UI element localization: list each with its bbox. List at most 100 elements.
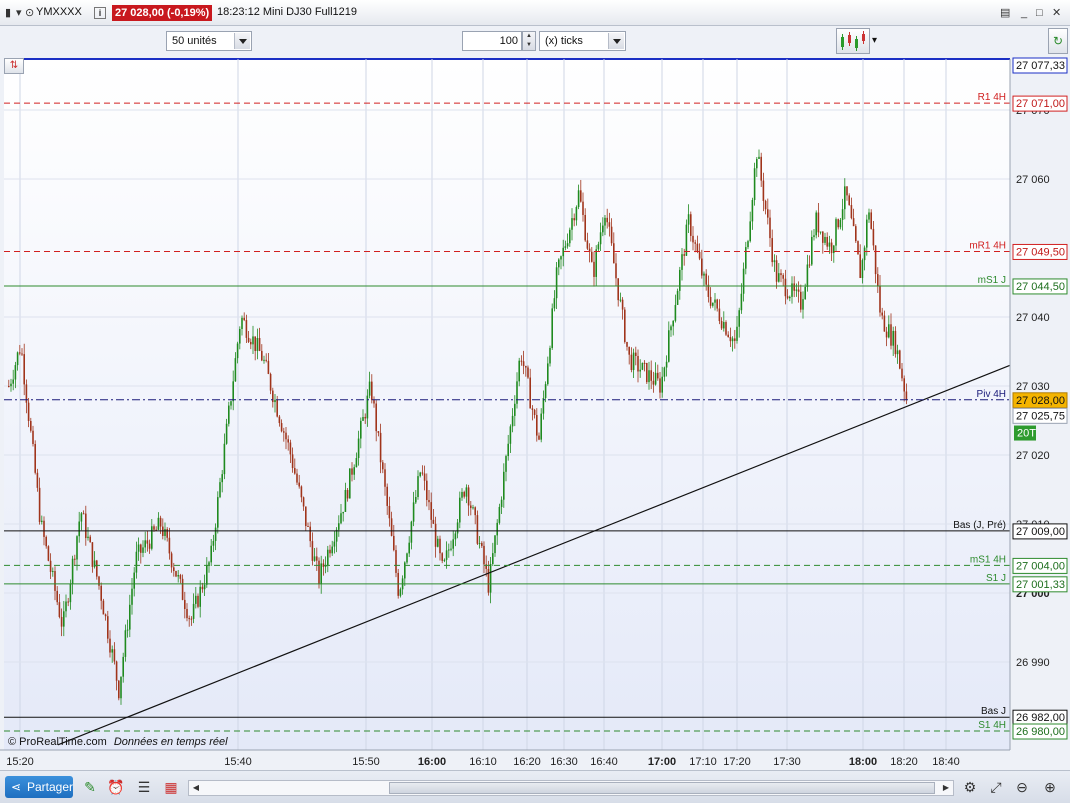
candle-body [874, 245, 877, 275]
candle-body [481, 543, 483, 546]
candle-body [437, 538, 439, 547]
candle-body [131, 588, 133, 605]
refresh-icon[interactable]: ↻ [1048, 28, 1068, 54]
candle-body [443, 559, 446, 561]
candle-body [54, 571, 56, 591]
candle-body [628, 346, 630, 355]
minimize-icon[interactable]: _ [1021, 5, 1027, 21]
candle-body [705, 273, 707, 285]
candle-body [181, 578, 184, 600]
candle-body [784, 278, 787, 297]
order-icon[interactable]: ▦ [161, 777, 181, 797]
candle-body [624, 309, 626, 342]
candle-body [421, 472, 424, 474]
title-bar: ▮ ▾ ⊙ YMXXXX i 27 028,00 (-0,19%) 18:23:… [0, 0, 1070, 26]
candle-body [104, 614, 107, 617]
candle-body [373, 400, 375, 404]
candle-body [630, 354, 633, 371]
candle-body [483, 545, 485, 565]
share-button[interactable]: ⋖ Partager [5, 776, 73, 798]
close-icon[interactable]: ✕ [1052, 5, 1061, 21]
candle-body [472, 507, 474, 509]
link-icon[interactable]: ⊙ [25, 5, 34, 21]
candle-body [333, 541, 336, 547]
time-tick-label: 17:10 [689, 756, 717, 768]
candle-body [318, 560, 320, 585]
chevron-down-icon[interactable] [608, 33, 624, 49]
candle-body [263, 359, 265, 361]
candle-body [27, 402, 30, 422]
candle-body [109, 638, 111, 653]
candle-body [648, 370, 650, 383]
candle-body [426, 480, 428, 501]
scrollbar-thumb[interactable] [389, 782, 935, 794]
settings-icon[interactable]: ⚙ [960, 777, 980, 797]
ticks-count-input[interactable]: 100 [462, 31, 522, 51]
zoom-in-icon[interactable]: ⊕ [1040, 777, 1060, 797]
time-tick-label: 16:10 [469, 756, 497, 768]
candle-body [254, 336, 256, 351]
candle-body [604, 217, 606, 226]
maximize-icon[interactable]: □ [1036, 5, 1043, 21]
candle-body [595, 249, 597, 277]
candle-body [830, 242, 833, 254]
candle-body [283, 431, 285, 433]
ticks-stepper[interactable]: ▲ ▼ [522, 31, 536, 51]
candle-body [888, 324, 890, 338]
candle-body [137, 544, 140, 552]
candle-body [362, 417, 364, 421]
candle-body [668, 330, 670, 362]
candle-body [357, 438, 360, 459]
instrument-symbol[interactable]: YMXXXX [36, 6, 82, 18]
candle-body [159, 517, 162, 527]
candle-body [687, 214, 690, 225]
chevron-down-icon[interactable] [234, 33, 250, 49]
chevron-down-icon[interactable]: ▾ [16, 5, 22, 21]
info-icon[interactable]: i [94, 7, 106, 19]
candle-body [146, 540, 149, 544]
candle-body [538, 435, 540, 440]
sync-icon[interactable]: ⇅ [4, 58, 24, 74]
horizontal-scrollbar[interactable]: ◀ ▶ [188, 780, 954, 796]
candle-body [839, 219, 842, 228]
candle-body [188, 618, 190, 620]
candle-body [404, 562, 406, 579]
candle-body [716, 299, 718, 309]
fit-icon[interactable]: ⤢ [986, 777, 1006, 797]
candle-body [626, 341, 628, 347]
top-price-label: 27 077,33 [1016, 60, 1065, 72]
candle-body [764, 200, 767, 210]
keyboard-icon[interactable]: ▤ [1000, 5, 1010, 21]
candle-body [822, 231, 824, 243]
price-tick-label: 27 060 [1016, 174, 1050, 186]
candle-body [723, 322, 725, 329]
zoom-out-icon[interactable]: ⊖ [1012, 777, 1032, 797]
candle-body [122, 656, 124, 677]
level-line-name: mS1 4H [970, 554, 1006, 565]
candle-body [228, 405, 230, 424]
list-icon[interactable]: ☰ [134, 777, 154, 797]
candle-body [384, 469, 386, 487]
candle-body [602, 225, 604, 233]
level-price-label: 27 049,50 [1016, 246, 1065, 258]
candle-body [395, 550, 397, 573]
units-select[interactable]: 50 unités [166, 31, 252, 51]
candle-body [819, 231, 822, 233]
scroll-right-icon[interactable]: ▶ [940, 782, 952, 794]
pin-icon[interactable]: ▮ [5, 5, 11, 21]
candle-body [804, 286, 806, 300]
ticks-type-select[interactable]: (x) ticks [539, 31, 626, 51]
candle-body [65, 601, 67, 612]
indicator-icon[interactable]: ✎ [80, 777, 100, 797]
chevron-down-icon[interactable]: ▾ [872, 35, 877, 46]
candle-body [190, 618, 193, 620]
candle-body [586, 240, 589, 249]
candle-body [16, 352, 19, 366]
scroll-left-icon[interactable]: ◀ [190, 782, 202, 794]
price-chart[interactable]: R1 4H mR1 4H mS1 J Piv 4H Bas (J, Pré) mS1 4H… [0, 57, 1070, 770]
candle-body [102, 600, 105, 615]
candle-body [758, 156, 760, 160]
chart-type-button[interactable] [836, 28, 870, 54]
alarm-icon[interactable]: ⏰ [106, 777, 126, 797]
level-price-label: 27 009,00 [1016, 526, 1065, 538]
